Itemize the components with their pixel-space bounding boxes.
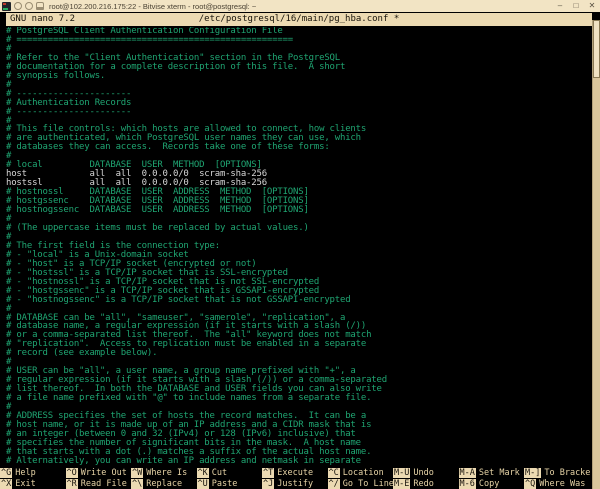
minimize-button[interactable]: – <box>552 0 568 12</box>
editor-line: # databases they can access. Records tak… <box>6 143 586 152</box>
shortcut-exit[interactable]: ^XExit <box>0 479 66 489</box>
settings-icon[interactable] <box>25 2 33 10</box>
editor-line: # synopsis follows. <box>6 72 586 81</box>
shortcut-undo[interactable]: M-UUndo <box>393 468 459 478</box>
terminal-scrollbar[interactable] <box>592 20 600 489</box>
shortcut-read-file[interactable]: ^RRead File <box>66 479 132 489</box>
editor-content[interactable]: # PostgreSQL Client Authentication Confi… <box>6 27 586 467</box>
shortcut-label: Justify <box>274 479 313 489</box>
shortcut-label: Redo <box>410 479 433 489</box>
shortcut-where-was[interactable]: ^QWhere Was <box>524 479 590 489</box>
nano-file-path: /etc/postgresql/16/main/pg_hba.conf * <box>6 13 592 26</box>
close-button[interactable]: ✕ <box>584 0 600 12</box>
scrollbar-thumb[interactable] <box>593 20 600 78</box>
session-icon[interactable] <box>14 2 22 10</box>
shortcut-key: M-U <box>393 468 410 478</box>
shortcut-label: Where Is <box>143 468 187 478</box>
shortcut-write-out[interactable]: ^OWrite Out <box>66 468 132 478</box>
editor-line: # record (see example below). <box>6 349 586 358</box>
shortcut-key: ^J <box>262 479 274 489</box>
shortcut-key: M-] <box>524 468 541 478</box>
shortcut-paste[interactable]: ^UPaste <box>197 479 263 489</box>
shortcut-label: Cut <box>209 468 227 478</box>
shortcut-label: Help <box>12 468 35 478</box>
shortcut-redo[interactable]: M-ERedo <box>393 479 459 489</box>
shortcut-label: Where Was <box>536 479 585 489</box>
bitvise-xterm-window: root@102.200.216.175:22 - Bitvise xterm … <box>0 0 600 489</box>
shortcut-label: Paste <box>209 479 238 489</box>
shortcut-key: ^X <box>0 479 12 489</box>
shortcut-key: ^/ <box>328 479 340 489</box>
shortcut-label: Execute <box>274 468 313 478</box>
shortcut-key: ^T <box>262 468 274 478</box>
shortcut-row-2: ^XExit^RRead File^\Replace^UPaste^JJusti… <box>0 479 592 489</box>
window-controls: – □ ✕ <box>552 0 600 12</box>
shortcut-key: M-A <box>459 468 476 478</box>
shortcut-key: ^O <box>66 468 78 478</box>
shortcut-key: ^C <box>328 468 340 478</box>
terminal-app-icon <box>2 2 11 11</box>
shortcut-row-1: ^GHelp^OWrite Out^WWhere Is^KCut^TExecut… <box>0 468 592 478</box>
shortcut-where-is[interactable]: ^WWhere Is <box>131 468 197 478</box>
editor-line: # (The uppercase items must be replaced … <box>6 224 586 233</box>
shortcut-help[interactable]: ^GHelp <box>0 468 66 478</box>
shortcut-key: ^\ <box>131 479 143 489</box>
shortcut-replace[interactable]: ^\Replace <box>131 479 197 489</box>
shortcut-key: ^K <box>197 468 209 478</box>
shortcut-to-bracket[interactable]: M-]To Bracket <box>524 468 590 478</box>
window-titlebar: root@102.200.216.175:22 - Bitvise xterm … <box>0 0 600 12</box>
shortcut-label: Set Mark <box>476 468 520 478</box>
shortcut-copy[interactable]: M-6Copy <box>459 479 525 489</box>
maximize-button[interactable]: □ <box>568 0 584 12</box>
editor-line: # - "hostnogssenc" is a TCP/IP socket th… <box>6 296 586 305</box>
shortcut-key: ^U <box>197 479 209 489</box>
shortcut-key: ^Q <box>524 479 536 489</box>
shortcut-label: Copy <box>476 479 499 489</box>
shortcut-justify[interactable]: ^JJustify <box>262 479 328 489</box>
shortcut-label: To Bracket <box>541 468 589 478</box>
editor-line: # a file name prefixed with "@" to inclu… <box>6 394 586 403</box>
lock-icon <box>36 2 44 10</box>
shortcut-location[interactable]: ^CLocation <box>328 468 394 478</box>
shortcut-go-to-line[interactable]: ^/Go To Line <box>328 479 394 489</box>
nano-header: /etc/postgresql/16/main/pg_hba.conf * GN… <box>6 13 592 26</box>
shortcut-cut[interactable]: ^KCut <box>197 468 263 478</box>
shortcut-label: Write Out <box>78 468 127 478</box>
editor-line: # ======================================… <box>6 36 586 45</box>
shortcut-label: Undo <box>410 468 433 478</box>
shortcut-key: M-E <box>393 479 410 489</box>
shortcut-set-mark[interactable]: M-ASet Mark <box>459 468 525 478</box>
shortcut-key: ^G <box>0 468 12 478</box>
editor-line: # ---------------------- <box>6 108 586 117</box>
shortcut-label: Exit <box>12 479 35 489</box>
shortcut-label: Replace <box>143 479 182 489</box>
shortcut-key: M-6 <box>459 479 476 489</box>
shortcut-key: ^R <box>66 479 78 489</box>
editor-line: # hostnogssenc DATABASE USER ADDRESS MET… <box>6 206 586 215</box>
terminal-screen[interactable]: /etc/postgresql/16/main/pg_hba.conf * GN… <box>0 12 600 489</box>
shortcut-label: Go To Line <box>340 479 393 489</box>
nano-shortcut-bar: ^GHelp^OWrite Out^WWhere Is^KCut^TExecut… <box>0 468 592 489</box>
window-title: root@102.200.216.175:22 - Bitvise xterm … <box>49 2 256 11</box>
shortcut-label: Location <box>340 468 384 478</box>
shortcut-key: ^W <box>131 468 143 478</box>
editor-line: # Alternatively, you can write an IP add… <box>6 457 586 466</box>
shortcut-execute[interactable]: ^TExecute <box>262 468 328 478</box>
shortcut-label: Read File <box>78 479 127 489</box>
